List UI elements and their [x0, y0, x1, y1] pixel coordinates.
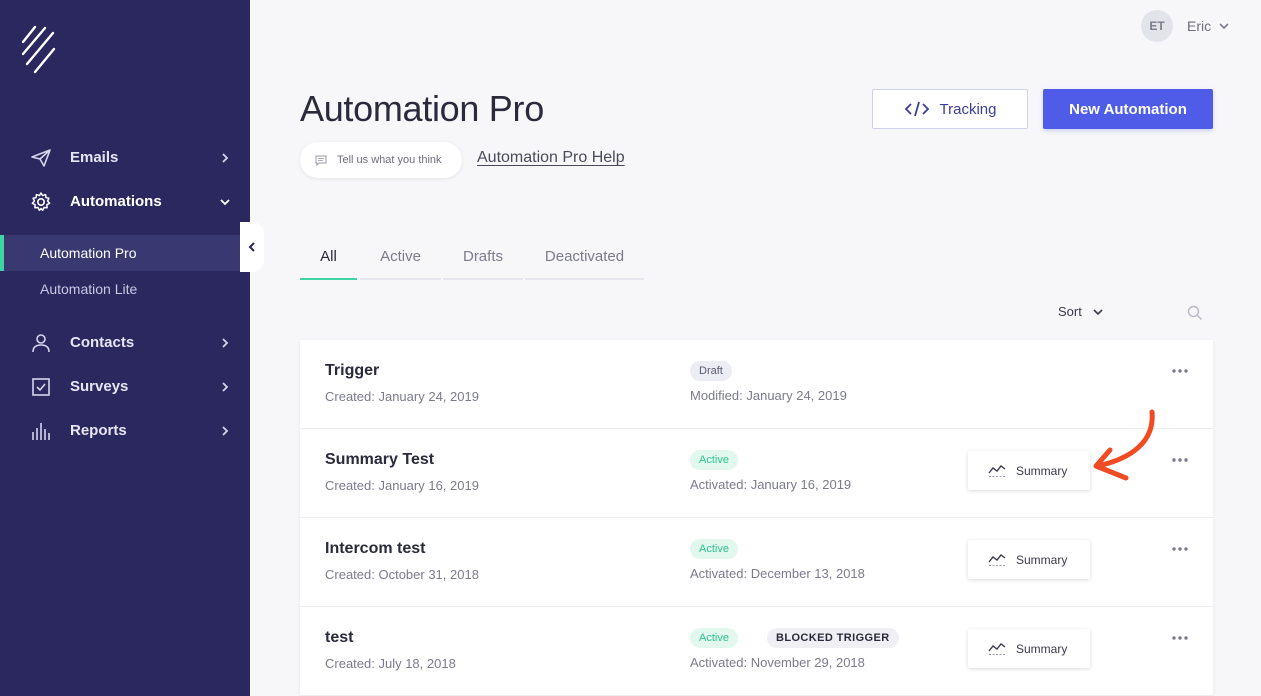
automation-name: Intercom test: [325, 540, 426, 557]
status-date: Activated: November 29, 2018: [690, 655, 865, 670]
feedback-label: Tell us what you think: [337, 154, 442, 166]
sidebar-item-contacts[interactable]: Contacts: [0, 325, 250, 361]
automation-row[interactable]: Trigger Created: January 24, 2019 Draft …: [300, 340, 1213, 429]
status-badge: Active: [690, 539, 738, 559]
created-date: Created: January 24, 2019: [325, 389, 479, 404]
chevron-down-icon: [1219, 23, 1229, 30]
chevron-down-icon: [220, 199, 230, 206]
automation-name: Trigger: [325, 362, 380, 379]
chevron-right-icon: [222, 382, 229, 392]
sidebar-subitem-automation-lite[interactable]: Automation Lite: [0, 271, 250, 307]
sidebar-item-label: Contacts: [70, 334, 135, 351]
checkbox-icon: [32, 378, 50, 396]
sidebar-item-label: Reports: [70, 422, 127, 439]
annotation-arrow-icon: [1093, 409, 1155, 481]
summary-label: Summary: [1016, 552, 1068, 567]
sidebar-item-surveys[interactable]: Surveys: [0, 369, 250, 405]
summary-button[interactable]: Summary: [968, 451, 1090, 490]
sidebar-collapse-toggle[interactable]: [240, 222, 264, 272]
chat-bubble-icon: [315, 155, 327, 166]
status-badge: Active: [690, 628, 738, 648]
sort-dropdown[interactable]: Sort: [1058, 304, 1104, 319]
tab-deactivated[interactable]: Deactivated: [525, 240, 644, 280]
blocked-trigger-badge: BLOCKED TRIGGER: [767, 628, 899, 648]
avatar: ET: [1141, 10, 1173, 42]
chevron-right-icon: [222, 426, 229, 436]
sidebar-item-label: Emails: [70, 149, 119, 166]
chevron-right-icon: [222, 153, 229, 163]
sidebar-subitem-automation-pro[interactable]: Automation Pro: [0, 235, 250, 271]
new-automation-button[interactable]: New Automation: [1043, 89, 1213, 129]
help-link[interactable]: Automation Pro Help: [477, 149, 625, 167]
tab-drafts[interactable]: Drafts: [443, 240, 523, 280]
more-options-icon[interactable]: [1170, 544, 1190, 554]
sidebar-item-automations[interactable]: Automations: [0, 184, 250, 220]
status-date: Activated: December 13, 2018: [690, 566, 865, 581]
status-date: Modified: January 24, 2019: [690, 388, 847, 403]
automation-name: Summary Test: [325, 451, 435, 468]
automation-name: test: [325, 629, 354, 646]
sidebar-item-label: Surveys: [70, 378, 129, 395]
sidebar-item-emails[interactable]: Emails: [0, 140, 250, 176]
user-menu[interactable]: ET Eric: [1141, 10, 1230, 42]
sidebar-item-label: Automations: [70, 193, 162, 210]
created-date: Created: October 31, 2018: [325, 567, 479, 582]
automation-row[interactable]: test Created: July 18, 2018 Active BLOCK…: [300, 607, 1213, 696]
person-icon: [32, 334, 50, 353]
status-badge: Active: [690, 450, 738, 470]
logo-icon[interactable]: [20, 24, 58, 76]
sidebar-item-reports[interactable]: Reports: [0, 413, 250, 449]
sidebar: Emails Automations Automation Pro Automa…: [0, 0, 250, 696]
status-badge: Draft: [690, 361, 732, 381]
summary-label: Summary: [1016, 463, 1068, 478]
line-chart-icon: [988, 553, 1006, 566]
user-name: Eric: [1187, 18, 1212, 34]
tracking-button[interactable]: Tracking: [872, 89, 1028, 129]
automation-row[interactable]: Intercom test Created: October 31, 2018 …: [300, 518, 1213, 607]
gear-icon: [31, 192, 51, 211]
created-date: Created: July 18, 2018: [325, 656, 456, 671]
search-icon[interactable]: [1187, 305, 1203, 321]
line-chart-icon: [988, 642, 1006, 655]
sort-label: Sort: [1058, 304, 1082, 319]
code-icon: [904, 101, 929, 117]
tab-active[interactable]: Active: [360, 240, 441, 280]
page-title: Automation Pro: [300, 88, 544, 129]
automation-row[interactable]: Summary Test Created: January 16, 2019 A…: [300, 429, 1213, 518]
line-chart-icon: [988, 464, 1006, 477]
tracking-label: Tracking: [939, 100, 997, 118]
summary-button[interactable]: Summary: [968, 629, 1090, 668]
chevron-right-icon: [222, 338, 229, 348]
feedback-button[interactable]: Tell us what you think: [300, 142, 462, 178]
paper-plane-icon: [31, 149, 51, 167]
created-date: Created: January 16, 2019: [325, 478, 479, 493]
more-options-icon[interactable]: [1170, 633, 1190, 643]
tab-all[interactable]: All: [300, 240, 357, 280]
automation-list: Trigger Created: January 24, 2019 Draft …: [300, 340, 1213, 696]
summary-label: Summary: [1016, 641, 1068, 656]
more-options-icon[interactable]: [1170, 455, 1190, 465]
status-date: Activated: January 16, 2019: [690, 477, 852, 492]
summary-button[interactable]: Summary: [968, 540, 1090, 579]
chevron-down-icon: [1093, 308, 1103, 315]
bar-chart-icon: [32, 423, 50, 440]
chevron-left-icon: [248, 242, 255, 252]
more-options-icon[interactable]: [1170, 366, 1190, 376]
